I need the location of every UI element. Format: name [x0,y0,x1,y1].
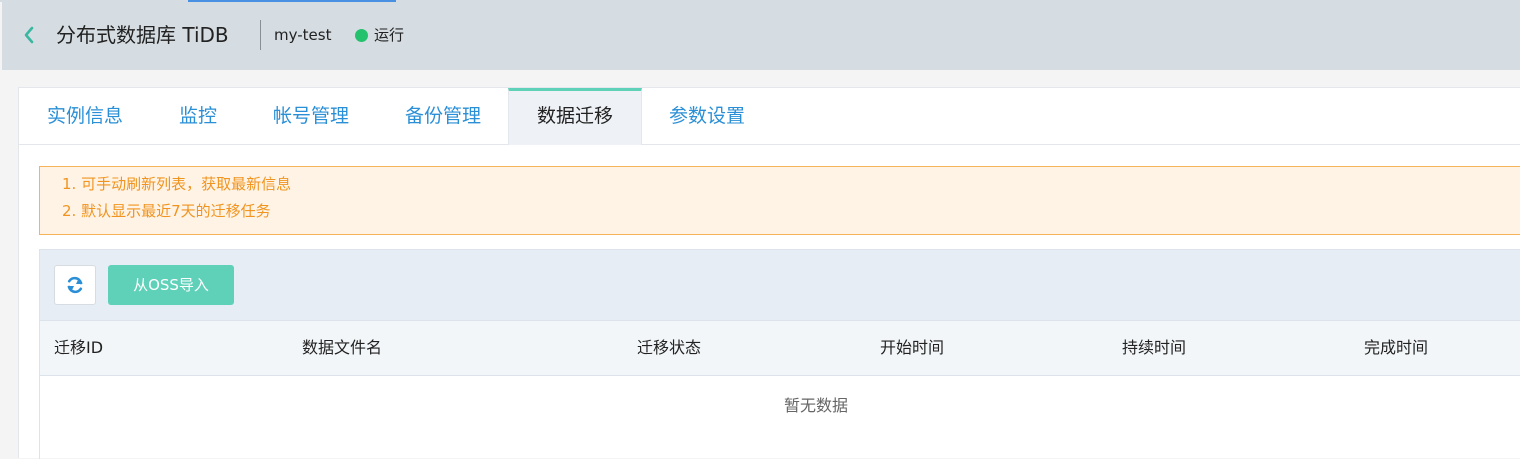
tab-data-migration[interactable]: 数据迁移 [508,88,642,145]
column-header-migration-status[interactable]: 迁移状态 [637,321,701,375]
tab-parameter-settings[interactable]: 参数设置 [647,88,767,145]
page-title: 分布式数据库 TiDB [56,23,229,47]
tab-backup-management[interactable]: 备份管理 [383,88,503,145]
info-notice: 1. 可手动刷新列表，获取最新信息 2. 默认显示最近7天的迁移任务 [39,166,1520,235]
chevron-left-icon [24,26,34,44]
table-empty-state: 暂无数据 [39,376,1520,459]
column-header-finish-time[interactable]: 完成时间 [1364,321,1428,375]
table-toolbar: 从OSS导入 [39,249,1520,320]
instance-name: my-test [274,26,332,44]
empty-state-text: 暂无数据 [784,396,849,415]
main-panel: 实例信息 监控 帐号管理 备份管理 数据迁移 参数设置 1. 可手动刷新列表，获… [18,87,1520,459]
tab-instance-info[interactable]: 实例信息 [25,88,145,145]
import-from-oss-button[interactable]: 从OSS导入 [108,265,234,305]
notice-line-1: 1. 可手动刷新列表，获取最新信息 [62,175,292,193]
refresh-button[interactable] [54,265,96,305]
column-header-data-file-name[interactable]: 数据文件名 [302,321,382,375]
tab-account-management[interactable]: 帐号管理 [251,88,371,145]
status-text: 运行 [374,26,405,44]
column-header-migration-id[interactable]: 迁移ID [54,321,103,375]
tab-monitoring[interactable]: 监控 [157,88,239,145]
status-dot-icon [355,28,368,42]
header-divider [260,20,261,50]
column-header-duration[interactable]: 持续时间 [1122,321,1186,375]
notice-line-2: 2. 默认显示最近7天的迁移任务 [62,202,271,220]
column-header-start-time[interactable]: 开始时间 [880,321,944,375]
page-header: 分布式数据库 TiDB my-test 运行 [2,2,1520,70]
table-header: 迁移ID 数据文件名 迁移状态 开始时间 持续时间 完成时间 [39,320,1520,376]
status-badge: 运行 [355,24,404,46]
refresh-icon [67,276,83,294]
back-button[interactable] [18,22,40,48]
tab-bar: 实例信息 监控 帐号管理 备份管理 数据迁移 参数设置 [19,88,1520,145]
